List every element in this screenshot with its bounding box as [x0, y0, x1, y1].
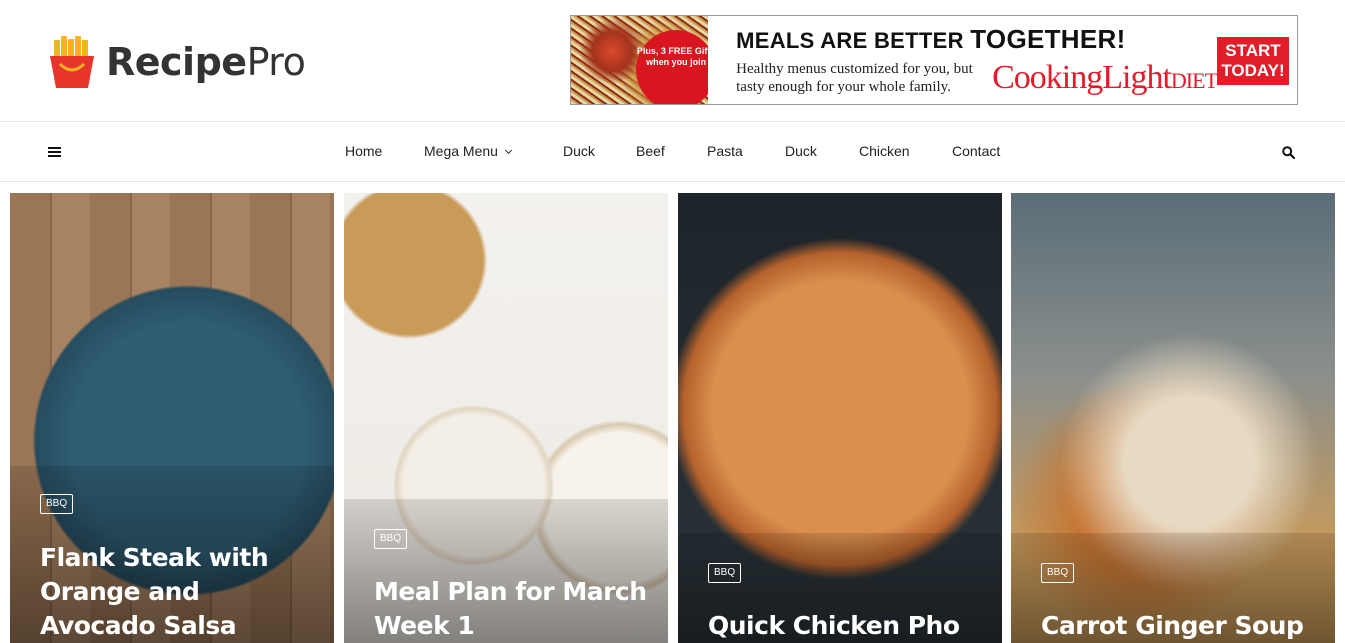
logo-text: RecipePro [106, 40, 306, 84]
nav-item-mega-menu[interactable]: Mega Menu [424, 143, 512, 159]
nav-item-duck[interactable]: Duck [563, 143, 595, 159]
nav-item-pasta[interactable]: Pasta [707, 143, 743, 159]
category-tag[interactable]: BBQ [708, 563, 742, 583]
search-icon[interactable] [1282, 146, 1295, 159]
card-title[interactable]: Meal Plan for March Week 1 [374, 575, 648, 643]
card-title[interactable]: Quick Chicken Pho [708, 609, 982, 643]
ad-badge: Plus, 3 FREE Gifts when you join [636, 30, 709, 104]
recipe-card[interactable]: BBQ Meal Plan for March Week 1 [344, 193, 668, 643]
ad-headline: MEALS ARE BETTER TOGETHER! [736, 23, 1126, 54]
category-tag[interactable]: BBQ [40, 494, 74, 514]
recipe-card[interactable]: BBQ Carrot Ginger Soup [1011, 193, 1335, 643]
site-header: RecipePro Plus, 3 FREE Gifts when you jo… [0, 0, 1345, 122]
main-nav: Home Mega Menu Duck Beef Pasta Duck Chic… [0, 122, 1345, 182]
site-logo[interactable]: RecipePro [48, 36, 306, 88]
ad-sub-wrap: Healthy menus customized for you, but ta… [736, 58, 1218, 97]
card-title[interactable]: Carrot Ginger Soup [1041, 609, 1315, 643]
category-tag[interactable]: BBQ [374, 529, 408, 549]
chevron-down-icon [504, 146, 512, 155]
nav-menu: Home Mega Menu Duck Beef Pasta Duck Chic… [0, 122, 1345, 182]
nav-item-chicken[interactable]: Chicken [859, 143, 910, 159]
ad-body: MEALS ARE BETTER TOGETHER! Healthy menus… [708, 16, 1218, 104]
recipe-card[interactable]: BBQ Quick Chicken Pho [678, 193, 1002, 643]
nav-item-home[interactable]: Home [345, 143, 382, 159]
nav-item-contact[interactable]: Contact [952, 143, 1000, 159]
nav-item-beef[interactable]: Beef [636, 143, 665, 159]
category-tag[interactable]: BBQ [1041, 563, 1075, 583]
card-title[interactable]: Flank Steak with Orange and Avocado Sals… [40, 541, 314, 643]
ad-brand: CookingLightDIET [992, 58, 1218, 96]
featured-cards: BBQ Flank Steak with Orange and Avocado … [10, 193, 1335, 643]
ad-banner[interactable]: Plus, 3 FREE Gifts when you join MEALS A… [570, 15, 1298, 105]
fries-icon [50, 36, 94, 88]
ad-food-image: Plus, 3 FREE Gifts when you join [571, 16, 709, 104]
ad-cta-button[interactable]: START TODAY! [1217, 37, 1289, 85]
ad-subtext: Healthy menus customized for you, but ta… [736, 60, 973, 95]
recipe-card[interactable]: BBQ Flank Steak with Orange and Avocado … [10, 193, 334, 643]
nav-item-duck-2[interactable]: Duck [785, 143, 817, 159]
